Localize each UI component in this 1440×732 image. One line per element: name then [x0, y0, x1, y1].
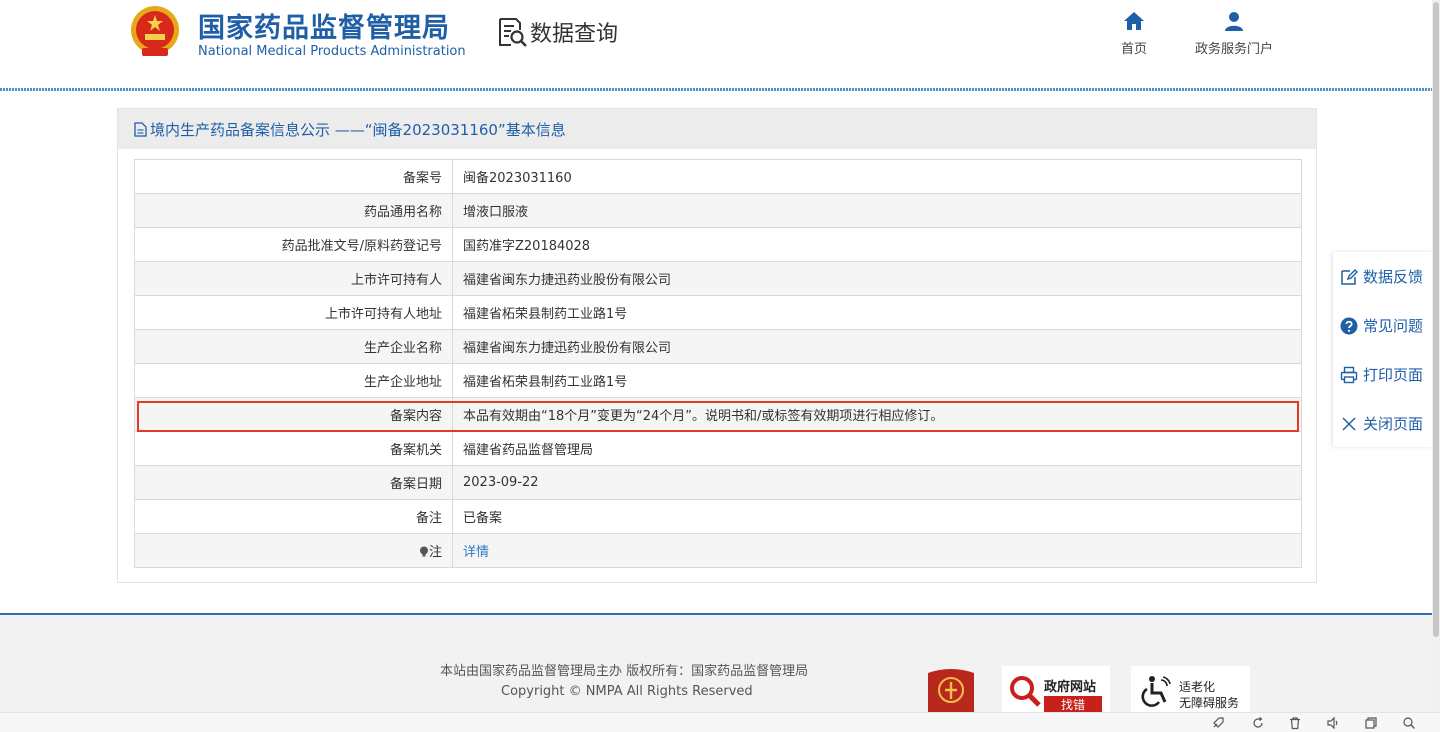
table-row: 药品通用名称 增液口服液 [134, 193, 1302, 228]
accessibility-service-badge[interactable]: 适老化 无障碍服务 [1131, 666, 1250, 715]
print-page-label: 打印页面 [1363, 366, 1424, 384]
table-row: 上市许可持有人地址 福建省柘荣县制药工业路1号 [134, 295, 1302, 330]
user-icon [1225, 12, 1243, 31]
scrollbar-thumb[interactable] [1433, 2, 1439, 637]
home-icon [1124, 12, 1144, 30]
table-row: 药品批准文号/原料药登记号 国药准字Z20184028 [134, 227, 1302, 262]
row-key: 备案日期 [134, 465, 453, 500]
faq-label: 常见问题 [1363, 317, 1424, 335]
details-link[interactable]: 详情 [463, 545, 489, 560]
record-panel: 境内生产药品备案信息公示 ——“闽备2023031160”基本信息 备案号 闽备… [117, 108, 1317, 583]
document-icon [134, 121, 147, 137]
magnifier-icon [1010, 676, 1041, 707]
header-divider [0, 88, 1432, 91]
gov-site-badge-top: 政府网站 [1044, 680, 1097, 695]
trash-icon[interactable] [1288, 716, 1302, 730]
search-document-icon [499, 18, 527, 47]
row-value: 福建省药品监督管理局 [452, 431, 1302, 466]
row-value: 福建省柘荣县制药工业路1号 [452, 363, 1302, 398]
table-row: 备案机关 福建省药品监督管理局 [134, 431, 1302, 466]
faq-button[interactable]: 常见问题 [1333, 301, 1432, 350]
close-page-button[interactable]: 关闭页面 [1333, 399, 1432, 448]
national-emblem-icon[interactable] [128, 4, 182, 60]
table-row: 注 详情 [134, 533, 1302, 568]
row-value: 已备案 [452, 499, 1302, 534]
nav-home[interactable]: 首页 [1079, 10, 1189, 57]
accessibility-badge-bottom: 无障碍服务 [1179, 696, 1240, 710]
table-row: 上市许可持有人 福建省闽东力捷迅药业股份有限公司 [134, 261, 1302, 296]
side-toolbar: 数据反馈 常见问题 打印页面 关闭页面 [1333, 252, 1432, 447]
row-value: 增液口服液 [452, 193, 1302, 228]
nav-home-label: 首页 [1120, 42, 1147, 57]
table-row: 生产企业地址 福建省柘荣县制药工业路1号 [134, 363, 1302, 398]
row-key: 备案内容 [134, 397, 453, 432]
nav-service-portal[interactable]: 政务服务门户 [1179, 10, 1289, 57]
footer-copyright-en: Copyright © NMPA All Rights Reserved [501, 684, 753, 699]
browser-status-bar [0, 712, 1440, 732]
row-key: 上市许可持有人 [134, 261, 453, 296]
volume-icon[interactable] [1326, 716, 1340, 730]
data-query-title: 数据查询 [496, 16, 618, 48]
row-value: 福建省闽东力捷迅药业股份有限公司 [452, 261, 1302, 296]
accessibility-badge-top: 适老化 [1179, 680, 1216, 694]
site-header: 国家药品监督管理局 National Medical Products Admi… [0, 0, 1432, 90]
row-value: 本品有效期由“18个月”变更为“24个月”。说明书和/或标签有效期项进行相应修订… [452, 397, 1302, 432]
lightbulb-icon [419, 546, 428, 557]
close-icon [1342, 416, 1356, 431]
row-value: 闽备2023031160 [452, 159, 1302, 194]
window-restore-icon[interactable] [1364, 716, 1378, 730]
row-key: 生产企业地址 [134, 363, 453, 398]
data-feedback-label: 数据反馈 [1363, 268, 1424, 286]
row-value: 2023-09-22 [452, 465, 1302, 500]
close-page-label: 关闭页面 [1363, 415, 1424, 433]
print-page-button[interactable]: 打印页面 [1333, 350, 1432, 399]
party-org-badge-icon[interactable] [924, 665, 978, 715]
panel-header: 境内生产药品备案信息公示 ——“闽备2023031160”基本信息 [118, 109, 1316, 149]
row-key: 备注 [134, 499, 453, 534]
accessibility-icon [1141, 676, 1171, 707]
table-row: 备案内容 本品有效期由“18个月”变更为“24个月”。说明书和/或标签有效期项进… [134, 397, 1302, 432]
data-feedback-button[interactable]: 数据反馈 [1333, 252, 1432, 301]
print-icon [1340, 366, 1358, 383]
table-row: 备注 已备案 [134, 499, 1302, 534]
row-value: 详情 [452, 533, 1302, 568]
row-key: 备案号 [134, 159, 453, 194]
data-query-label: 数据查询 [530, 22, 619, 47]
row-key: 上市许可持有人地址 [134, 295, 453, 330]
row-key: 备案机关 [134, 431, 453, 466]
row-key: 药品批准文号/原料药登记号 [134, 227, 453, 262]
nav-service-portal-label: 政务服务门户 [1194, 42, 1273, 57]
record-info-table: 备案号 闽备2023031160 药品通用名称 增液口服液 药品批准文号/原料药… [134, 159, 1302, 568]
row-key: 生产企业名称 [134, 329, 453, 364]
edit-icon [1341, 268, 1358, 285]
table-row: 备案日期 2023-09-22 [134, 465, 1302, 500]
rocket-icon[interactable] [1211, 716, 1225, 730]
table-row: 备案号 闽备2023031160 [134, 159, 1302, 194]
row-key-note: 注 [134, 533, 453, 568]
zoom-icon[interactable] [1402, 716, 1416, 730]
row-key: 药品通用名称 [134, 193, 453, 228]
gov-site-error-badge[interactable]: 政府网站 找错 [1002, 666, 1110, 715]
row-value: 国药准字Z20184028 [452, 227, 1302, 262]
brand-title-en[interactable]: National Medical Products Administration [198, 44, 466, 59]
question-icon [1340, 317, 1358, 334]
panel-title: 境内生产药品备案信息公示 ——“闽备2023031160”基本信息 [150, 120, 566, 139]
row-value: 福建省闽东力捷迅药业股份有限公司 [452, 329, 1302, 364]
brand-title-cn[interactable]: 国家药品监督管理局 [198, 6, 450, 45]
refresh-icon[interactable] [1251, 716, 1265, 730]
row-value: 福建省柘荣县制药工业路1号 [452, 295, 1302, 330]
footer-copyright-cn: 本站由国家药品监督管理局主办 版权所有：国家药品监督管理局 [440, 664, 809, 679]
note-key-label: 注 [428, 545, 442, 560]
table-row: 生产企业名称 福建省闽东力捷迅药业股份有限公司 [134, 329, 1302, 364]
